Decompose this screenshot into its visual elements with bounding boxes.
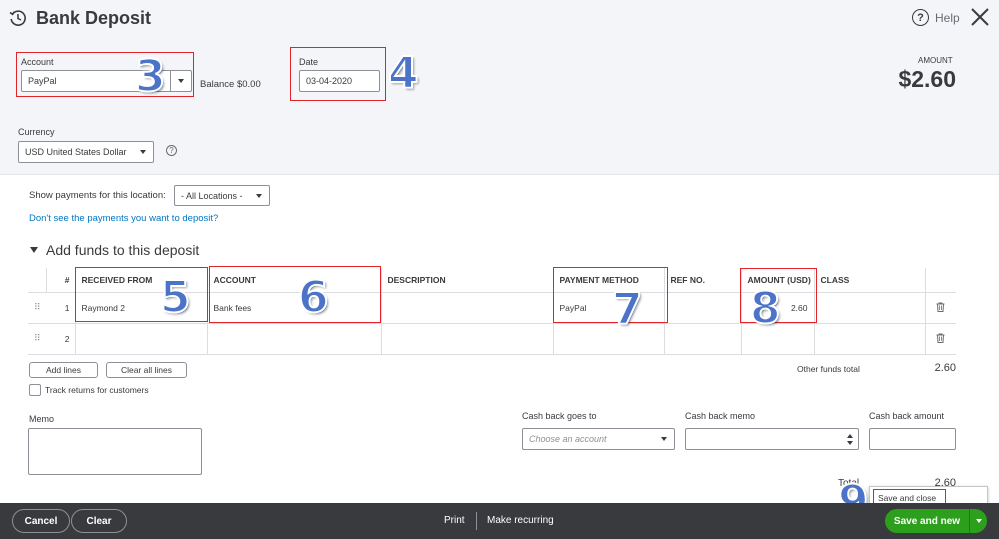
table-row[interactable]: ⠿ 2 bbox=[28, 322, 956, 354]
info-icon[interactable]: ? bbox=[166, 145, 177, 156]
cancel-button[interactable]: Cancel bbox=[12, 509, 70, 533]
save-options-dropdown-button[interactable] bbox=[969, 509, 987, 533]
print-button[interactable]: Print bbox=[444, 515, 465, 526]
col-header-description: DESCRIPTION bbox=[381, 268, 554, 292]
date-input[interactable]: 03-04-2020 bbox=[299, 70, 380, 92]
date-label: Date bbox=[299, 57, 319, 67]
add-lines-button[interactable]: Add lines bbox=[29, 362, 98, 378]
location-label: Show payments for this location: bbox=[29, 190, 166, 201]
memo-label: Memo bbox=[29, 414, 55, 424]
other-funds-label: Other funds total bbox=[797, 364, 860, 374]
chevron-down-icon bbox=[140, 150, 146, 154]
help-icon: ? bbox=[912, 9, 929, 26]
cell-ref-no[interactable] bbox=[664, 291, 742, 323]
collapse-toggle-icon[interactable] bbox=[30, 247, 38, 253]
trash-icon[interactable] bbox=[925, 291, 956, 323]
cell-description[interactable] bbox=[381, 291, 554, 323]
cell-received-from[interactable] bbox=[75, 322, 208, 354]
payments-link[interactable]: Don't see the payments you want to depos… bbox=[29, 213, 218, 224]
col-header-number: # bbox=[46, 268, 76, 292]
drag-handle-icon[interactable]: ⠿ bbox=[28, 291, 46, 323]
amount-value: $2.60 bbox=[898, 66, 956, 92]
cell-class[interactable] bbox=[814, 291, 926, 323]
annotation-number-4: 4 bbox=[387, 48, 420, 99]
save-and-new-button[interactable]: Save and new bbox=[885, 509, 987, 533]
chevron-down-icon bbox=[975, 519, 982, 523]
cash-back-goes-to-label: Cash back goes to bbox=[522, 411, 597, 421]
cell-account[interactable] bbox=[207, 322, 382, 354]
annotation-box-payment-method bbox=[553, 267, 668, 323]
account-balance: Balance $0.00 bbox=[200, 79, 261, 90]
help-label: Help bbox=[935, 10, 960, 25]
clear-button[interactable]: Clear bbox=[71, 509, 127, 533]
track-returns-checkbox[interactable] bbox=[29, 384, 41, 396]
stepper-icon[interactable] bbox=[847, 433, 853, 445]
cell-description[interactable] bbox=[381, 322, 554, 354]
help-button[interactable]: ? Help bbox=[912, 9, 960, 26]
track-returns-label: Track returns for customers bbox=[45, 385, 149, 395]
cash-back-account-select[interactable]: Choose an account bbox=[522, 428, 675, 450]
other-funds-value: 2.60 bbox=[934, 362, 956, 374]
currency-label: Currency bbox=[18, 127, 55, 137]
make-recurring-button[interactable]: Make recurring bbox=[487, 515, 554, 526]
account-dropdown-button[interactable] bbox=[170, 71, 191, 91]
history-icon[interactable] bbox=[9, 9, 27, 27]
drag-handle-icon[interactable]: ⠿ bbox=[28, 322, 46, 354]
page-title: Bank Deposit bbox=[36, 8, 152, 28]
cash-back-memo-input[interactable] bbox=[685, 428, 859, 450]
col-header-ref-no: REF NO. bbox=[664, 268, 742, 292]
memo-textarea[interactable] bbox=[28, 428, 202, 475]
clear-all-lines-button[interactable]: Clear all lines bbox=[106, 362, 187, 378]
cell-payment-method[interactable] bbox=[553, 322, 665, 354]
annotation-number-5: 5 bbox=[159, 272, 192, 323]
cash-back-amount-input[interactable] bbox=[869, 428, 956, 450]
account-label: Account bbox=[21, 57, 54, 67]
annotation-number-7: 7 bbox=[611, 284, 644, 335]
chevron-down-icon bbox=[256, 193, 262, 198]
close-icon[interactable] bbox=[969, 6, 991, 28]
table-bottom-border bbox=[28, 354, 956, 355]
amount-label: AMOUNT bbox=[918, 56, 953, 65]
annotation-box-account-col bbox=[209, 266, 381, 323]
cell-ref-no[interactable] bbox=[664, 322, 742, 354]
funds-section-title: Add funds to this deposit bbox=[46, 242, 200, 258]
cash-back-memo-label: Cash back memo bbox=[685, 411, 756, 421]
chevron-down-icon bbox=[178, 79, 184, 83]
location-select[interactable]: - All Locations - bbox=[174, 185, 270, 206]
trash-icon[interactable] bbox=[925, 322, 956, 354]
account-select[interactable]: PayPal bbox=[21, 70, 192, 92]
col-header-class: CLASS bbox=[814, 268, 926, 292]
annotation-number-8: 8 bbox=[749, 283, 782, 334]
cash-back-amount-label: Cash back amount bbox=[869, 411, 945, 421]
annotation-number-6: 6 bbox=[297, 272, 330, 323]
chevron-down-icon bbox=[661, 437, 667, 441]
footer-divider bbox=[476, 512, 477, 530]
cell-class[interactable] bbox=[814, 322, 926, 354]
currency-select[interactable]: USD United States Dollar bbox=[18, 141, 154, 163]
annotation-number-3: 3 bbox=[134, 51, 167, 102]
